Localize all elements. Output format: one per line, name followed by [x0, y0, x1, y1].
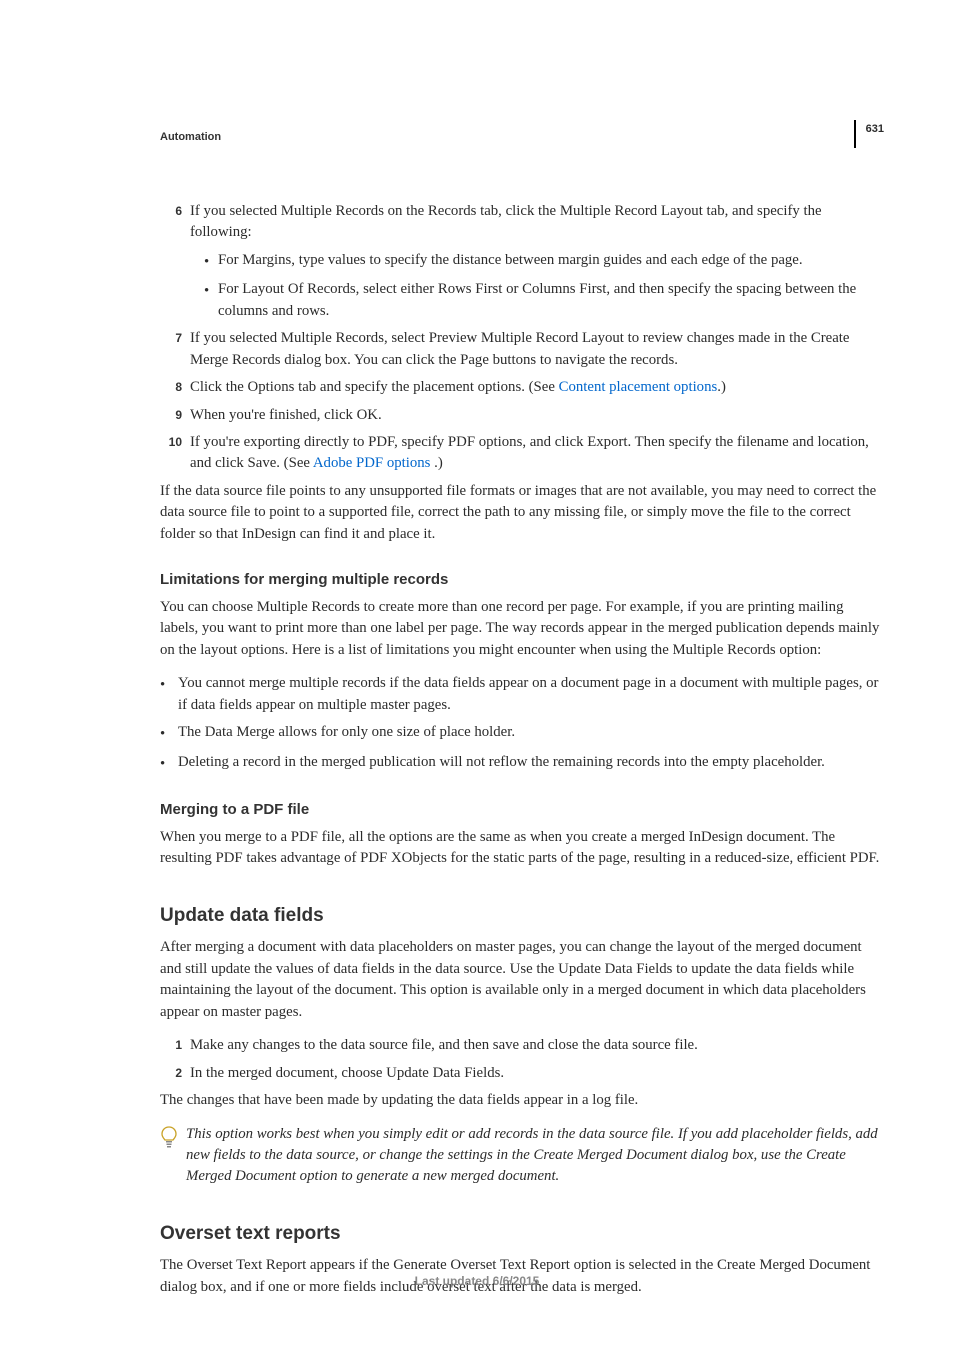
step-number: 7 — [160, 328, 190, 371]
bullet-dot: • — [160, 752, 178, 775]
step-text-post: .) — [717, 379, 726, 395]
lightbulb-icon — [160, 1124, 186, 1188]
page-footer: Last updated 6/6/2015 — [0, 1273, 954, 1290]
step-number: 10 — [160, 432, 190, 475]
update-step-1: 1 Make any changes to the data source fi… — [160, 1035, 698, 1056]
step-text: Click the Options tab and specify the pl… — [190, 377, 726, 398]
merging-pdf-heading: Merging to a PDF file — [160, 799, 884, 821]
step-text: If you selected Multiple Records on the … — [190, 201, 884, 244]
content-placement-options-link[interactable]: Content placement options — [559, 379, 718, 395]
step-text-pre: Click the Options tab and specify the pl… — [190, 379, 559, 395]
step-number: 9 — [160, 405, 190, 426]
step-text-post: .) — [434, 455, 443, 471]
step-text: If you selected Multiple Records, select… — [190, 328, 884, 371]
limitations-bullet-3: • Deleting a record in the merged public… — [160, 752, 825, 775]
step-text: If you're exporting directly to PDF, spe… — [190, 432, 884, 475]
bullet-text: You cannot merge multiple records if the… — [178, 673, 884, 716]
limitations-bullet-2: • The Data Merge allows for only one siz… — [160, 722, 515, 745]
step-number: 8 — [160, 377, 190, 398]
bullet-dot: • — [204, 250, 218, 273]
bullet-dot: • — [160, 673, 178, 716]
step-6-bullet-1: • For Margins, type values to specify th… — [204, 250, 803, 273]
page-number: 631 — [854, 120, 884, 148]
step-10: 10 If you're exporting directly to PDF, … — [160, 432, 884, 475]
step-8: 8 Click the Options tab and specify the … — [160, 377, 726, 398]
limitations-intro: You can choose Multiple Records to creat… — [160, 597, 884, 661]
merging-pdf-text: When you merge to a PDF file, all the op… — [160, 827, 884, 870]
adobe-pdf-options-link[interactable]: Adobe PDF options — [313, 455, 434, 471]
bullet-dot: • — [204, 279, 218, 322]
step-number: 6 — [160, 201, 190, 244]
step-9: 9 When you're finished, click OK. — [160, 405, 382, 426]
update-after: The changes that have been made by updat… — [160, 1090, 884, 1111]
step-6: 6 If you selected Multiple Records on th… — [160, 201, 884, 244]
bullet-text: Deleting a record in the merged publicat… — [178, 752, 825, 775]
bullet-text: For Margins, type values to specify the … — [218, 250, 803, 273]
running-head: Automation — [160, 130, 884, 146]
step-text-pre: If you're exporting directly to PDF, spe… — [190, 434, 869, 471]
bullet-dot: • — [160, 722, 178, 745]
update-step-2: 2 In the merged document, choose Update … — [160, 1063, 504, 1084]
step-number: 1 — [160, 1035, 190, 1056]
limitations-heading: Limitations for merging multiple records — [160, 569, 884, 591]
step-text: In the merged document, choose Update Da… — [190, 1063, 504, 1084]
step-7: 7 If you selected Multiple Records, sele… — [160, 328, 884, 371]
overset-heading: Overset text reports — [160, 1220, 884, 1248]
tip-text: This option works best when you simply e… — [186, 1124, 884, 1188]
bullet-text: The Data Merge allows for only one size … — [178, 722, 515, 745]
step-text: When you're finished, click OK. — [190, 405, 382, 426]
bullet-text: For Layout Of Records, select either Row… — [218, 279, 884, 322]
step-6-bullet-2: • For Layout Of Records, select either R… — [204, 279, 884, 322]
update-data-fields-heading: Update data fields — [160, 902, 884, 930]
update-intro: After merging a document with data place… — [160, 937, 884, 1023]
tip-note: This option works best when you simply e… — [160, 1124, 884, 1188]
step-number: 2 — [160, 1063, 190, 1084]
limitations-bullet-1: • You cannot merge multiple records if t… — [160, 673, 884, 716]
unsupported-file-note: If the data source file points to any un… — [160, 481, 884, 545]
step-text: Make any changes to the data source file… — [190, 1035, 698, 1056]
